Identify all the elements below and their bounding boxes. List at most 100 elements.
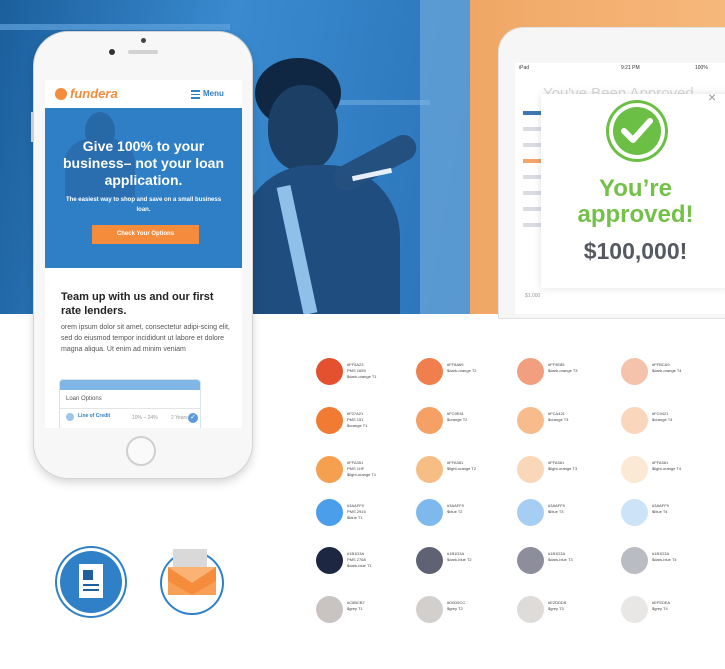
background-page-content <box>523 111 541 311</box>
color-swatch: #FFA381 $light-orange T2 <box>416 456 516 488</box>
photo-woman-head <box>268 85 338 171</box>
document-page <box>79 564 103 598</box>
card-header <box>60 380 200 393</box>
hamburger-icon[interactable] <box>191 90 200 101</box>
swatch-color <box>621 596 648 623</box>
hero-headline: Give 100% to your business– not your loa… <box>62 138 225 188</box>
swatch-label-line: $dark-blue T3 <box>548 557 573 562</box>
status-battery: 100% <box>695 65 708 71</box>
menu-button[interactable]: Menu <box>203 89 224 98</box>
swatch-color <box>416 499 443 526</box>
swatch-label-line: $dark-orange T1 <box>347 374 377 379</box>
placeholder-bar <box>523 111 541 115</box>
swatch-label: #1B1D3A $dark-blue T3 <box>548 551 573 563</box>
swatch-label-line: $dark-orange T3 <box>548 368 578 373</box>
swatch-color <box>316 547 343 574</box>
divider <box>60 408 200 409</box>
swatch-label: #3AAFF9 $blue T2 <box>447 503 464 515</box>
color-swatch: #EFEDEA $grey T4 <box>621 596 721 628</box>
loan-options-card: Loan Options Line of Credit 10% – 24% 2 … <box>60 380 200 428</box>
loan-option-term: 2 Years <box>171 415 188 421</box>
swatch-label-line: $blue T4 <box>652 509 668 514</box>
status-device: iPad <box>519 65 530 71</box>
swatch-label: #3AAFF9 $blue T3 <box>548 503 565 515</box>
swatch-label-line: $dark-blue T2 <box>447 557 472 562</box>
swatch-label-line: $blue T3 <box>548 509 564 514</box>
color-swatch: #FC9E61 $orange T2 <box>416 407 516 439</box>
color-palette: #FF5A23 PMS 1655 $dark-orange T1 #FF8A69 $da… <box>316 358 716 628</box>
swatch-color <box>517 499 544 526</box>
swatch-label: #3AAFF9 PMS 2915 $blue T1 <box>347 503 366 521</box>
logo-icon <box>55 88 67 100</box>
swatch-label: #FFBCA9 $dark-orange T4 <box>652 362 682 374</box>
swatch-label: #FF9E85 $dark-orange T3 <box>548 362 578 374</box>
swatch-color <box>621 358 648 385</box>
loan-option-rate: 10% – 24% <box>132 415 158 421</box>
swatch-label: #FFA381 $light-orange T4 <box>652 460 681 472</box>
swatch-color <box>316 407 343 434</box>
swatch-label: #FC9E61 $orange T2 <box>447 411 467 423</box>
swatch-label-line: $orange T3 <box>548 417 569 422</box>
photo-board <box>420 0 470 314</box>
swatch-label-line: $grey T1 <box>347 606 363 611</box>
color-swatch: #3AAFF9 $blue T4 <box>621 499 721 531</box>
color-swatch: #C8BCB7 $grey T1 <box>316 596 416 628</box>
swatch-label-line: $orange T2 <box>447 417 468 422</box>
swatch-label: #1B1D3A $dark-blue T4 <box>652 551 677 563</box>
approval-amount: $100,000! <box>583 238 688 264</box>
color-swatch: #FCA421 $orange T3 <box>517 407 617 439</box>
swatch-color <box>416 456 443 483</box>
tablet-status-bar: iPad 9:21 PM 100% <box>515 63 725 73</box>
swatch-label: #FFA351 PMS 1HF $light-orange T1 <box>347 460 376 478</box>
phone-speaker <box>128 50 158 54</box>
envelope-bottom <box>168 581 216 595</box>
document-icon <box>60 551 122 613</box>
lender-icon <box>66 413 74 421</box>
swatch-label-line: $dark-orange T2 <box>447 368 477 373</box>
color-swatch: #FF9E85 $dark-orange T3 <box>517 358 617 390</box>
photo-woman-body <box>240 165 400 314</box>
swatch-color <box>316 456 343 483</box>
approval-modal: You’re approved! $100,000! <box>541 94 725 288</box>
document-image <box>83 570 93 580</box>
swatch-label-line: $grey T2 <box>447 606 463 611</box>
document-line <box>83 589 99 591</box>
placeholder-bar <box>523 159 541 163</box>
swatch-color <box>517 547 544 574</box>
swatch-label: #C8BCB7 $grey T1 <box>347 600 365 612</box>
check-options-button[interactable]: Check Your Options <box>92 225 199 244</box>
checkmark-icon[interactable]: ✓ <box>188 413 198 423</box>
swatch-label-line: $light-orange T4 <box>652 466 682 471</box>
swatch-color <box>621 499 648 526</box>
color-swatch: #1B1D3A PMS 2768 $dark-blue T1 <box>316 547 416 579</box>
color-swatch: #1B1D3A $dark-blue T2 <box>416 547 516 579</box>
color-swatch: #FFA381 $light-orange T3 <box>517 456 617 488</box>
swatch-label-line: $blue T2 <box>447 509 463 514</box>
swatch-label: #1B1D3A $dark-blue T2 <box>447 551 472 563</box>
color-swatch: #FF8A69 $dark-orange T2 <box>416 358 516 390</box>
swatch-color <box>621 547 648 574</box>
swatch-color <box>416 596 443 623</box>
swatch-label: #FC9421 $orange T4 <box>652 411 672 423</box>
envelope-icon <box>162 549 222 613</box>
close-icon[interactable]: × <box>708 89 716 105</box>
swatch-color <box>416 407 443 434</box>
document-line <box>83 584 99 586</box>
color-swatch: #3AAFF9 $blue T2 <box>416 499 516 531</box>
section-title: Team up with us and our first rate lende… <box>61 291 214 317</box>
swatch-color <box>621 407 648 434</box>
hero-subtext: The easiest way to shop and save on a sm… <box>65 197 222 213</box>
swatch-label: #F07A21 PMS 151 $orange T1 <box>347 411 367 429</box>
swatch-color <box>316 596 343 623</box>
placeholder-bar <box>523 207 541 211</box>
swatch-label: #3AAFF9 $blue T4 <box>652 503 669 515</box>
loan-option-label[interactable]: Line of Credit <box>78 413 110 419</box>
swatch-color <box>416 547 443 574</box>
swatch-color <box>517 407 544 434</box>
swatch-label-line: $grey T3 <box>548 606 564 611</box>
phone-screen: fundera Menu Give 100% to your business–… <box>45 80 242 428</box>
phone-home-button[interactable] <box>126 436 156 466</box>
site-logo[interactable]: fundera <box>70 86 118 101</box>
envelope-flap <box>168 567 216 583</box>
color-swatch: #1B1D3A $dark-blue T3 <box>517 547 617 579</box>
